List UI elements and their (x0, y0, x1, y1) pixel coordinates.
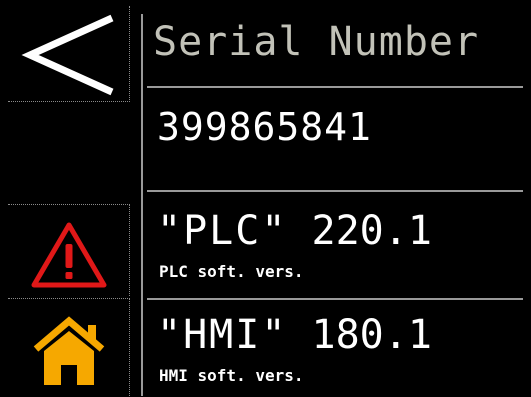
hmi-version-value: 180.1 (311, 312, 432, 358)
hmi-version-line: "HMI" 180.1 (157, 312, 432, 358)
divider (147, 190, 523, 192)
hmi-label: "HMI" (157, 312, 288, 358)
plc-version-value: 220.1 (311, 208, 432, 254)
serial-number-value: 399865841 (157, 105, 372, 149)
divider (147, 298, 523, 300)
home-icon (33, 316, 105, 385)
sidebar (0, 0, 132, 396)
alarm-button[interactable] (8, 204, 130, 296)
plc-label: "PLC" (157, 208, 288, 254)
home-button[interactable] (8, 298, 130, 396)
page-title: Serial Number (153, 19, 480, 65)
plc-version-line: "PLC" 220.1 (157, 208, 432, 254)
warning-icon (31, 222, 107, 288)
plc-caption: PLC soft. vers. (159, 262, 304, 281)
screen: Serial Number 399865841 "PLC" 220.1 PLC … (0, 0, 531, 396)
divider (147, 86, 523, 88)
back-button[interactable] (8, 6, 130, 102)
hmi-caption: HMI soft. vers. (159, 366, 304, 385)
content-panel: Serial Number 399865841 "PLC" 220.1 PLC … (143, 0, 531, 396)
back-arrow-icon (21, 14, 114, 96)
